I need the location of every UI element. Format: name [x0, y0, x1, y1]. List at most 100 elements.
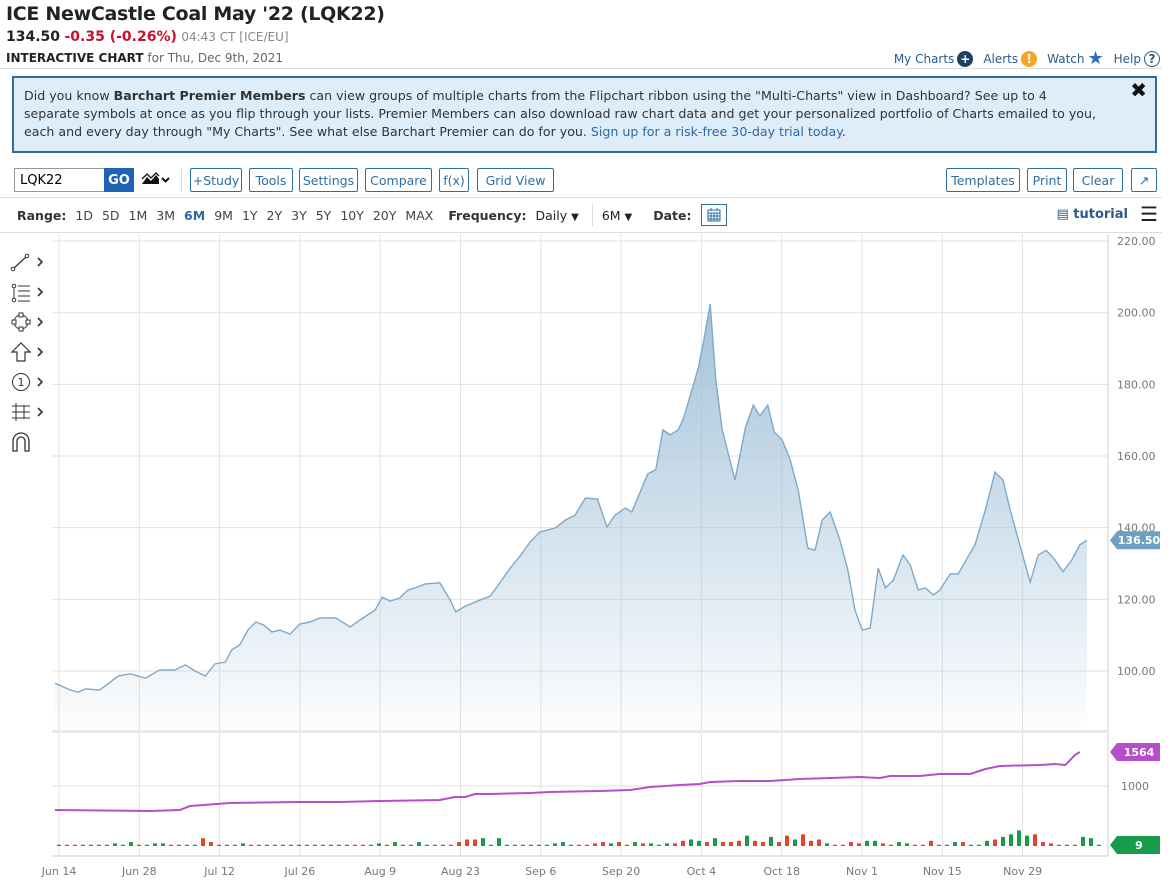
expand-button[interactable]: ↗ — [1131, 168, 1157, 192]
frequency-dropdown[interactable]: Daily ▼ — [535, 208, 578, 223]
x-tick-label: Sep 20 — [602, 865, 640, 878]
volume-bar — [257, 844, 261, 846]
range-option-9m[interactable]: 9M — [214, 208, 233, 223]
symbol-input[interactable] — [14, 168, 105, 192]
range-option-1m[interactable]: 1M — [129, 208, 148, 223]
y-tick-label: 100.00 — [1117, 665, 1156, 678]
watch-link[interactable]: Watch ★ — [1047, 48, 1104, 69]
volume-bar — [1025, 835, 1029, 846]
volume-bar — [761, 842, 765, 846]
y-tick-label: 200.00 — [1117, 307, 1156, 320]
range-option-1d[interactable]: 1D — [75, 208, 93, 223]
print-button[interactable]: Print — [1027, 168, 1067, 192]
volume-bar — [937, 844, 941, 846]
tool-arrow[interactable] — [10, 341, 48, 363]
tool-magnet[interactable] — [10, 431, 48, 453]
volume-bar — [377, 843, 381, 846]
volume-bar — [577, 844, 581, 846]
tool-measure[interactable] — [10, 401, 48, 423]
volume-bar — [449, 844, 453, 846]
quote-time: 04:43 CT [ICE/EU] — [181, 30, 289, 44]
volume-bar — [105, 844, 109, 846]
volume-bar — [441, 844, 445, 846]
volume-bar — [433, 844, 437, 846]
volume-bar — [225, 844, 229, 846]
range-option-6m[interactable]: 6M — [184, 208, 205, 223]
tool-fibonacci[interactable] — [10, 281, 48, 303]
chevron-down-icon: ▼ — [624, 211, 633, 223]
x-tick-label: Jul 12 — [203, 865, 235, 878]
volume-bar — [81, 844, 85, 846]
study-button[interactable]: +Study — [190, 168, 242, 192]
volume-bar — [921, 844, 925, 846]
function-button[interactable]: f(x) — [439, 168, 469, 192]
range-options: 1D 5D 1M 3M 6M 9M 1Y 2Y 3Y 5Y 10Y 20Y MAX — [75, 208, 433, 223]
tool-shapes[interactable] — [10, 311, 48, 333]
my-charts-link[interactable]: My Charts + — [894, 50, 974, 67]
promo-text: Did you know — [24, 88, 114, 103]
volume-bar — [1041, 842, 1045, 846]
x-tick-label: Aug 9 — [364, 865, 396, 878]
range-option-1y[interactable]: 1Y — [242, 208, 258, 223]
close-icon[interactable]: ✖ — [1130, 80, 1147, 100]
volume-bar — [857, 843, 861, 846]
signup-link[interactable]: Sign up for a risk-free 30-day trial tod… — [591, 124, 842, 139]
volume-bar — [625, 844, 629, 846]
volume-bar — [169, 844, 173, 846]
volume-bar — [601, 842, 605, 846]
line-tool-icon — [10, 253, 44, 272]
volume-bar — [153, 843, 157, 846]
volume-bar — [313, 844, 317, 846]
tool-annotation[interactable]: 1 — [10, 371, 48, 393]
divider — [0, 68, 1162, 69]
hamburger-menu-icon[interactable]: ☰ — [1140, 202, 1158, 226]
settings-button[interactable]: Settings — [299, 168, 358, 192]
range-option-20y[interactable]: 20Y — [373, 208, 397, 223]
range-option-2y[interactable]: 2Y — [267, 208, 283, 223]
range-option-3m[interactable]: 3M — [156, 208, 175, 223]
volume-bar — [681, 840, 685, 846]
volume-bar — [529, 844, 533, 846]
go-button[interactable]: GO — [104, 168, 134, 192]
x-tick-label: Jul 26 — [284, 865, 316, 878]
x-tick-label: Nov 1 — [846, 865, 878, 878]
exclamation-icon: ! — [1021, 50, 1038, 67]
range-option-5y[interactable]: 5Y — [316, 208, 332, 223]
tutorial-link[interactable]: ▤ tutorial — [1056, 207, 1128, 222]
volume-bar — [497, 838, 501, 846]
volume-bar — [673, 843, 677, 846]
price-change: -0.35 (-0.26%) — [64, 29, 177, 45]
volume-bar — [1097, 844, 1101, 846]
volume-bar — [1081, 836, 1085, 846]
volume-bar — [521, 844, 525, 846]
grid-view-button[interactable]: Grid View — [477, 168, 554, 192]
compare-button[interactable]: Compare — [365, 168, 432, 192]
range-option-5d[interactable]: 5D — [102, 208, 120, 223]
tools-button[interactable]: Tools — [249, 168, 293, 192]
volume-bar — [353, 844, 357, 846]
calendar-icon — [707, 208, 721, 222]
volume-bar — [657, 844, 661, 846]
date-picker-button[interactable] — [700, 204, 727, 226]
volume-bar — [793, 839, 797, 846]
alerts-link[interactable]: Alerts! — [983, 50, 1038, 67]
templates-button[interactable]: Templates — [946, 168, 1020, 192]
clear-button[interactable]: Clear — [1073, 168, 1123, 192]
volume-bar — [769, 836, 773, 846]
range-option-10y[interactable]: 10Y — [340, 208, 364, 223]
chevron-down-icon: ▼ — [571, 211, 579, 223]
price-chart[interactable]: 220.00200.00180.00160.00140.00120.00100.… — [0, 234, 1170, 894]
volume-bar — [569, 844, 573, 846]
period-dropdown[interactable]: 6M ▼ — [602, 208, 632, 223]
range-option-max[interactable]: MAX — [405, 208, 433, 223]
volume-bar — [281, 844, 285, 846]
volume-bar — [953, 842, 957, 846]
range-option-3y[interactable]: 3Y — [291, 208, 307, 223]
tool-line[interactable] — [10, 251, 48, 273]
help-link[interactable]: Help? — [1114, 50, 1160, 67]
volume-bar — [209, 842, 213, 846]
chart-type-dropdown[interactable] — [141, 170, 171, 190]
period-value: 6M — [601, 207, 621, 223]
volume-bar — [753, 840, 757, 846]
volume-bar — [465, 839, 469, 846]
